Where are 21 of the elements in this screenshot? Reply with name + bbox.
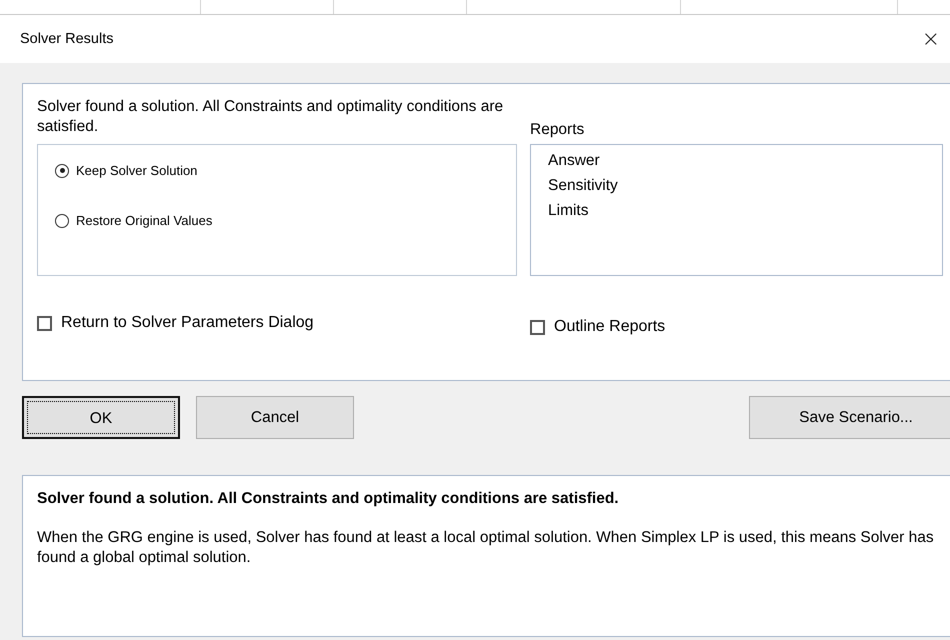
checkbox[interactable]	[530, 320, 545, 334]
close-button[interactable]: ×	[910, 26, 950, 52]
report-item[interactable]: Sensitivity	[548, 173, 942, 198]
details-heading: Solver found a solution. All Constraints and optimality conditions are satisfied.	[37, 490, 620, 508]
checkbox[interactable]	[37, 316, 52, 330]
cancel-button[interactable]: Cancel	[196, 396, 354, 439]
report-item[interactable]: Answer	[548, 148, 942, 173]
details-text: When the GRG engine is used, Solver has found at least a local optimal solution. When Simplex LP is used, this means Solver has found a global optimal solution.	[37, 528, 935, 568]
reports-listbox[interactable]: Answer Sensitivity Limits	[530, 144, 943, 276]
report-item[interactable]: Limits	[548, 198, 942, 223]
radio-button[interactable]	[55, 164, 69, 178]
window-title: Solver Results	[20, 31, 114, 47]
ok-button[interactable]: OK	[22, 396, 180, 439]
save-scenario-button[interactable]: Save Scenario...	[749, 396, 950, 439]
reports-label: Reports	[530, 120, 586, 140]
status-message: Solver found a solution. All Constraints and optimality conditions are satisfied.	[37, 97, 504, 137]
radio-option[interactable]: Keep Solver Solution	[55, 163, 516, 178]
radio-option[interactable]: Restore Original Values	[55, 213, 516, 228]
radio-button[interactable]	[55, 214, 69, 228]
return-checkbox-option[interactable]: Return to Solver Parameters Dialog	[37, 314, 517, 332]
outline-checkbox-option[interactable]: Outline Reports	[530, 318, 943, 336]
